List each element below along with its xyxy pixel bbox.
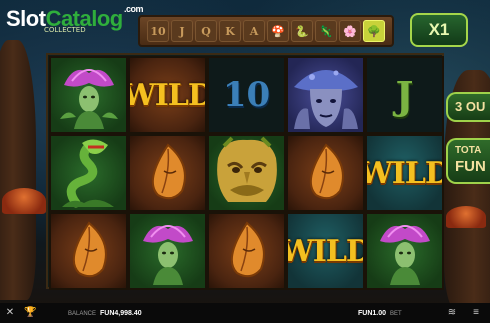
leaf-symbol-icon xyxy=(151,143,186,200)
mushroom-face-icon xyxy=(293,70,358,129)
leaf-symbol-icon xyxy=(309,143,344,200)
reel-1-row-1-flower-fairy xyxy=(49,56,128,134)
strip-symbol-flower: 🌸 xyxy=(339,20,361,42)
wild-symbol-text: WILD xyxy=(130,77,205,113)
bet-value: FUN1.00 xyxy=(358,310,387,317)
coins-icon[interactable]: ≋ xyxy=(446,307,458,319)
total-win-value: FUN xyxy=(455,158,486,175)
strip-symbol-a: A xyxy=(243,20,265,42)
menu-icon[interactable]: ≡ xyxy=(470,307,482,319)
leaf-symbol-icon xyxy=(72,221,107,278)
reel-4-row-3-wild: WILD xyxy=(286,212,365,290)
reel-grid: WILD 10 J xyxy=(46,53,444,290)
strip-symbol-mushroom: 🍄 xyxy=(267,20,289,42)
reel-3-row-3-leaf xyxy=(207,212,286,290)
reel-2-row-3-flower-fairy xyxy=(128,212,207,290)
flower-fairy-icon xyxy=(379,225,430,285)
ten-symbol-text: 10 xyxy=(222,75,271,115)
strip-symbol-snake: 🐍 xyxy=(291,20,313,42)
reel-2-row-2-leaf xyxy=(128,134,207,212)
reel-3-row-2-tree-face xyxy=(207,134,286,212)
reel-3-row-1-ten: 10 xyxy=(207,56,286,134)
strip-symbol-lizard: 🦎 xyxy=(315,20,337,42)
free-spins-panel: 3 OU xyxy=(446,92,490,122)
reel-4-row-2-leaf xyxy=(286,134,365,212)
leaf-symbol-icon xyxy=(230,221,265,278)
close-icon[interactable]: ✕ xyxy=(4,307,16,319)
reel-2-row-1-wild: WILD xyxy=(128,56,207,134)
watermark-com: .com xyxy=(124,4,144,14)
left-mushroom-decoration xyxy=(2,188,46,214)
collected-label: COLLECTED xyxy=(44,26,86,34)
right-mushroom-decoration xyxy=(446,206,486,228)
wild-symbol-text: WILD xyxy=(367,155,442,191)
left-tree-trunk xyxy=(0,40,36,300)
trophy-icon[interactable]: 🏆 xyxy=(24,307,36,319)
bottom-status-bar: ✕ 🏆 BALANCE FUN4,998.40 FUN1.00 BET ≋ ≡ xyxy=(0,303,490,323)
reel-4-row-1-mushroom-face xyxy=(286,56,365,134)
strip-symbol-q: Q xyxy=(195,20,217,42)
total-win-label: TOTA xyxy=(455,145,482,156)
reel-5-row-2-wild: WILD xyxy=(365,134,444,212)
bet-label: BET xyxy=(390,311,402,317)
watermark-slot: Slot xyxy=(6,6,46,31)
collected-symbols-strip: 10 J Q K A 🍄 🐍 🦎 🌸 🌳 xyxy=(138,15,394,47)
snake-plant-icon xyxy=(61,139,114,208)
strip-symbol-k: K xyxy=(219,20,241,42)
reel-5-row-1-j: J xyxy=(365,56,444,134)
flower-fairy-icon xyxy=(59,69,118,129)
multiplier-badge: X1 xyxy=(410,13,468,47)
reel-1-row-3-leaf xyxy=(49,212,128,290)
balance-label: BALANCE xyxy=(68,311,97,317)
flower-fairy-icon xyxy=(142,225,193,285)
strip-symbol-tree: 🌳 xyxy=(363,20,385,42)
strip-symbol-ten: 10 xyxy=(147,20,169,42)
wild-symbol-text: WILD xyxy=(288,233,363,269)
balance-value: FUN4,998.40 xyxy=(100,310,142,317)
strip-symbol-j: J xyxy=(171,20,193,42)
total-win-panel: TOTA FUN xyxy=(446,138,490,184)
tree-face-icon xyxy=(216,136,277,202)
reel-1-row-2-snake-plant xyxy=(49,134,128,212)
reel-5-row-3-flower-fairy xyxy=(365,212,444,290)
j-symbol-text: J xyxy=(395,72,414,118)
